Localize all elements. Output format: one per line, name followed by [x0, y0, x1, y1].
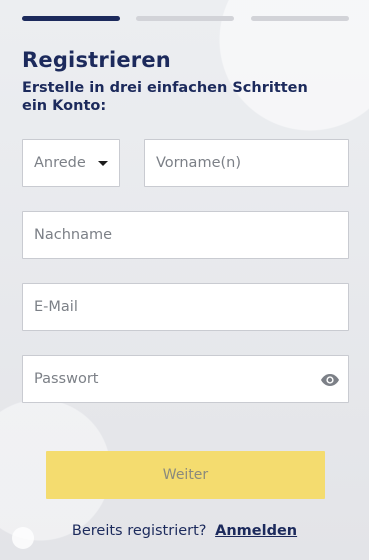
first-name-input[interactable]: Vorname(n): [144, 139, 349, 187]
salutation-select[interactable]: Anrede: [22, 139, 120, 187]
eye-icon[interactable]: [320, 370, 340, 390]
step-indicator-2: [136, 16, 234, 21]
salutation-placeholder: Anrede: [34, 155, 86, 171]
last-name-placeholder: Nachname: [34, 227, 113, 243]
already-registered-text: Bereits registriert?: [71, 523, 207, 539]
login-prompt: Bereits registriert? Anmelden: [0, 523, 369, 539]
password-placeholder: Passwort: [34, 371, 99, 387]
password-input[interactable]: Passwort: [22, 355, 349, 403]
caret-down-icon: [98, 161, 108, 166]
page-title: Registrieren: [22, 48, 171, 72]
next-button[interactable]: Weiter: [46, 451, 325, 499]
email-input[interactable]: E-Mail: [22, 283, 349, 331]
last-name-input[interactable]: Nachname: [22, 211, 349, 259]
page-subtitle: Erstelle in drei einfachen Schritten ein…: [22, 80, 308, 114]
first-name-placeholder: Vorname(n): [156, 155, 241, 171]
email-placeholder: E-Mail: [34, 299, 78, 315]
step-indicator-1: [22, 16, 120, 21]
step-indicator-3: [251, 16, 349, 21]
login-link[interactable]: Anmelden: [215, 523, 297, 539]
step-progress: [22, 16, 349, 21]
